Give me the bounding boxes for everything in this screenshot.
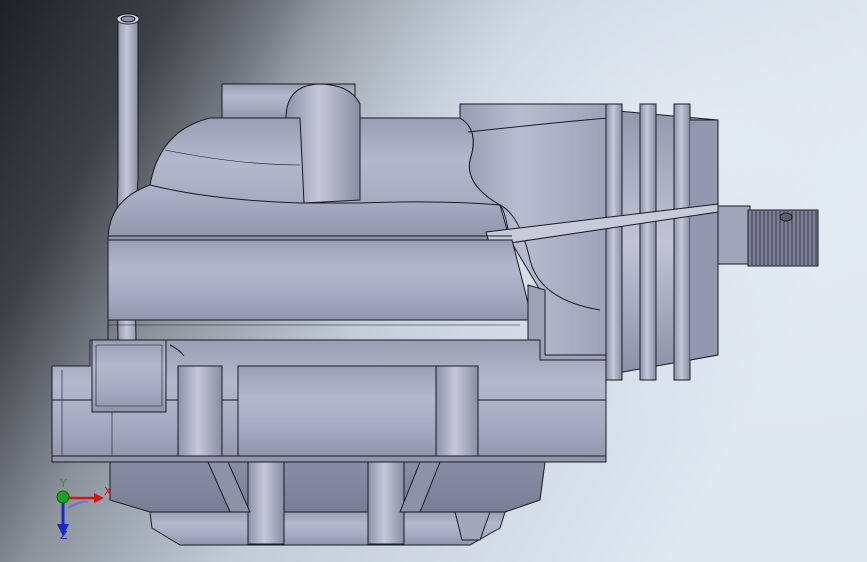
graphics-viewport[interactable]: X Y Z: [0, 0, 867, 562]
y-axis-label: Y: [60, 477, 67, 490]
axis-triad: X Y Z: [44, 478, 124, 548]
z-axis-label: Z: [60, 529, 68, 542]
triad-arrows-icon: [56, 490, 104, 536]
3d-part-model[interactable]: [0, 0, 867, 562]
x-axis-label: X: [104, 485, 112, 498]
